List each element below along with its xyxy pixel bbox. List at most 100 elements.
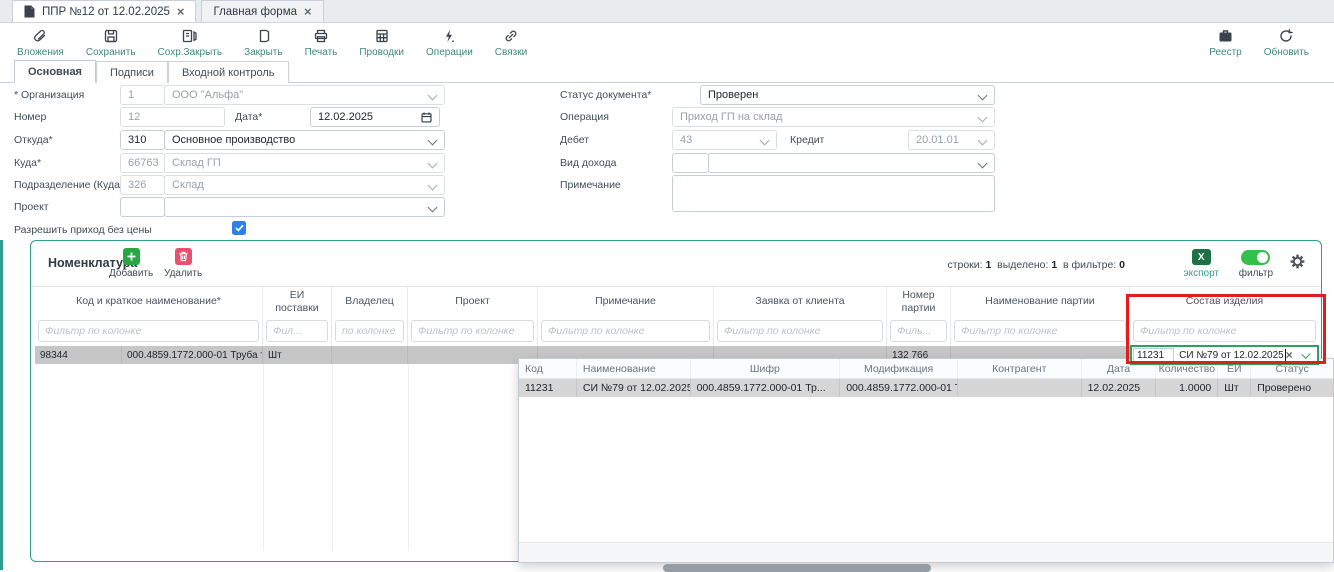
rows-label: строки: — [947, 259, 982, 271]
close-icon[interactable]: × — [304, 5, 312, 18]
tab-input-control[interactable]: Входной контроль — [168, 61, 289, 83]
cell-name[interactable]: 000.4859.1772.000-01 Труба теплоизолиров… — [122, 346, 263, 364]
dd-col-name[interactable]: Наименование — [577, 359, 691, 378]
calendar-icon[interactable] — [420, 111, 433, 124]
col-header-code-name[interactable]: Код и краткое наименование* — [35, 286, 263, 317]
attachments-button[interactable]: Вложения — [6, 28, 75, 58]
dd-cell-status[interactable]: Проверено — [1251, 379, 1333, 397]
dd-cell-name[interactable]: СИ №79 от 12.02.2025 — [577, 379, 691, 397]
button-label: Закрыть — [244, 47, 283, 58]
filter-input-batch-name[interactable] — [954, 320, 1126, 342]
filter-cell — [332, 317, 408, 346]
project-label: Проект — [14, 201, 49, 213]
dd-cell-cipher[interactable]: 000.4859.1772.000-01 Тр... — [691, 379, 841, 397]
export-excel-button[interactable]: X экспорт — [1184, 249, 1220, 279]
filter-toggle[interactable]: фильтр — [1239, 250, 1273, 279]
dd-col-code[interactable]: Код — [519, 359, 577, 378]
dd-col-cipher[interactable]: Шифр — [691, 359, 841, 378]
number-field[interactable]: 12 — [120, 107, 225, 127]
col-header-project[interactable]: Проект — [408, 286, 538, 317]
add-row-button[interactable]: Добавить — [109, 248, 153, 279]
dd-cell-quantity[interactable]: 1.0000 — [1156, 379, 1218, 397]
org-select[interactable]: ООО "Альфа" — [164, 85, 445, 105]
dd-cell-unit[interactable]: Шт — [1218, 379, 1251, 397]
debit-select[interactable]: 43 — [672, 130, 777, 150]
date-field[interactable]: 12.02.2025 — [310, 107, 440, 127]
dd-cell-code[interactable]: 11231 — [519, 379, 577, 397]
window-tab-main-form[interactable]: Главная форма × — [201, 0, 323, 22]
horizontal-scrollbar[interactable] — [663, 564, 931, 572]
filter-cell — [714, 317, 887, 346]
postings-button[interactable]: Проводки — [348, 28, 415, 58]
print-button[interactable]: Печать — [294, 28, 349, 58]
note-textarea[interactable] — [672, 175, 995, 212]
allow-receipt-checkbox[interactable] — [232, 221, 246, 235]
tab-signatures[interactable]: Подписи — [96, 61, 168, 83]
division-code-field[interactable]: 326 — [120, 175, 165, 195]
excel-icon: X — [1192, 249, 1211, 265]
col-header-batch-name[interactable]: Наименование партии — [951, 286, 1130, 317]
col-header-batch-number[interactable]: Номер партии — [887, 286, 951, 317]
project-code-field[interactable] — [120, 197, 165, 217]
filter-input-request[interactable] — [717, 320, 883, 342]
tab-main[interactable]: Основная — [14, 60, 96, 83]
cell-unit[interactable]: Шт — [263, 346, 332, 364]
credit-select[interactable]: 20.01.01 — [908, 130, 995, 150]
status-select[interactable]: Проверен — [700, 85, 995, 105]
cell-code[interactable]: 98344 — [35, 346, 122, 364]
operations-button[interactable]: Операции — [415, 28, 484, 58]
registry-button[interactable]: Реестр — [1198, 28, 1253, 58]
cell-owner[interactable] — [332, 346, 408, 364]
col-header-unit[interactable]: ЕИ поставки — [263, 286, 332, 317]
operation-select[interactable]: Приход ГП на склад — [672, 107, 995, 127]
button-label: фильтр — [1239, 268, 1273, 279]
grid-settings-button[interactable] — [1288, 252, 1307, 271]
dd-cell-modification[interactable]: 000.4859.1772.000-01 Труба те... — [840, 379, 958, 397]
to-select[interactable]: Склад ГП — [164, 153, 445, 173]
division-select[interactable]: Склад — [164, 175, 445, 195]
save-close-button[interactable]: Сохр.Закрыть — [147, 28, 234, 58]
links-button[interactable]: Связки — [484, 28, 538, 58]
income-code-field[interactable] — [672, 153, 709, 173]
col-header-request[interactable]: Заявка от клиента — [714, 286, 887, 317]
filter-input-project[interactable] — [411, 320, 534, 342]
close-button[interactable]: Закрыть — [233, 28, 294, 58]
col-header-owner[interactable]: Владелец — [332, 286, 408, 317]
paperclip-icon — [31, 28, 49, 44]
filter-input-note[interactable] — [541, 320, 710, 342]
button-label: Реестр — [1209, 47, 1242, 58]
dropdown-row[interactable]: 11231 СИ №79 от 12.02.2025 000.4859.1772… — [519, 379, 1333, 397]
dd-col-modification[interactable]: Модификация — [840, 359, 958, 378]
grid-stats: строки: 1 выделено: 1 в фильтре: 0 — [947, 259, 1125, 271]
save-button[interactable]: Сохранить — [75, 28, 147, 58]
composition-dropdown: Код Наименование Шифр Модификация Контра… — [518, 358, 1334, 563]
dd-cell-date[interactable]: 12.02.2025 — [1082, 379, 1157, 397]
window-tab-label: ППР №12 от 12.02.2025 — [42, 6, 170, 18]
dd-col-counterparty[interactable]: Контрагент — [958, 359, 1082, 378]
income-select[interactable] — [708, 153, 995, 173]
filter-input-unit[interactable] — [266, 320, 328, 342]
credit-value: 20.01.01 — [916, 134, 959, 146]
refresh-button[interactable]: Обновить — [1253, 28, 1320, 58]
income-type-label: Вид дохода — [560, 157, 616, 169]
filter-input-batch-number[interactable] — [890, 320, 947, 342]
col-header-note[interactable]: Примечание — [538, 286, 714, 317]
to-code-field[interactable]: 66763 — [120, 153, 165, 173]
trash-icon — [175, 248, 192, 265]
chevron-down-icon — [978, 159, 988, 169]
chevron-down-icon — [978, 136, 988, 146]
project-select[interactable] — [164, 197, 445, 217]
window-tab-document[interactable]: ППР №12 от 12.02.2025 × — [12, 0, 196, 22]
button-label: Сохр.Закрыть — [158, 47, 223, 58]
to-label: Куда* — [14, 157, 41, 169]
filter-input-code-name[interactable] — [38, 320, 259, 342]
delete-row-button[interactable]: Удалить — [164, 248, 202, 279]
chevron-down-icon — [428, 91, 438, 101]
org-code-field[interactable]: 1 — [120, 85, 165, 105]
filter-input-owner[interactable] — [335, 320, 404, 342]
from-code-field[interactable]: 310 — [120, 130, 165, 150]
from-select[interactable]: Основное производство — [164, 130, 445, 150]
printer-icon — [313, 28, 329, 44]
close-icon[interactable]: × — [177, 5, 185, 18]
dd-cell-counterparty[interactable] — [958, 379, 1082, 397]
